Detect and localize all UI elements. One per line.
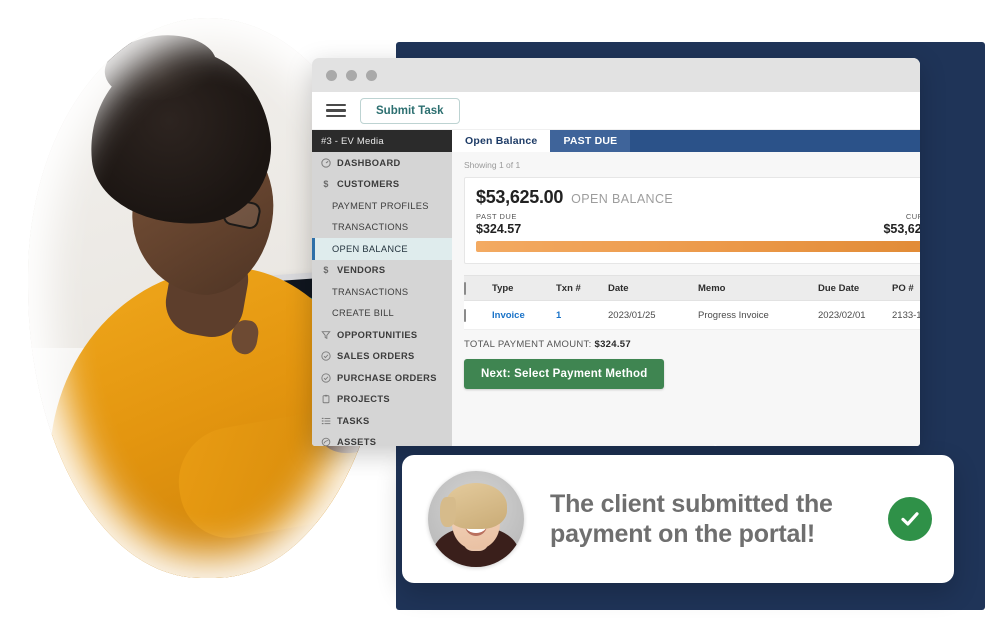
check-circle-icon bbox=[321, 351, 331, 361]
notification-toast: The client submitted the payment on the … bbox=[402, 455, 954, 583]
window-titlebar bbox=[312, 58, 920, 92]
total-payment-amount: TOTAL PAYMENT AMOUNT: $324.57 bbox=[464, 339, 920, 350]
open-balance-amount: $53,625.00 bbox=[476, 187, 564, 207]
sidebar-item-label: ASSETS bbox=[337, 437, 377, 446]
sidebar-item-customers[interactable]: $ CUSTOMERS bbox=[312, 174, 452, 196]
past-due-label: PAST DUE bbox=[476, 212, 517, 221]
cell-type[interactable]: Invoice bbox=[492, 310, 556, 321]
next-select-payment-method-button[interactable]: Next: Select Payment Method bbox=[464, 359, 665, 389]
sidebar-item-label: DASHBOARD bbox=[337, 157, 401, 168]
window-maximize-dot[interactable] bbox=[366, 69, 377, 81]
tab-bar: Open Balance PAST DUE bbox=[452, 130, 920, 152]
past-due-amount: $324.57 bbox=[476, 222, 522, 236]
sidebar-item-vendors[interactable]: $ VENDORS bbox=[312, 260, 452, 282]
sidebar-item-opportunities[interactable]: OPPORTUNITIES bbox=[312, 324, 452, 346]
hamburger-icon[interactable] bbox=[326, 103, 346, 118]
check-circle-icon bbox=[321, 373, 331, 383]
sidebar-item-label: TASKS bbox=[337, 415, 370, 426]
sidebar: #3 - EV Media DASHBOARD $ CUSTOMERS PAYM… bbox=[312, 130, 452, 446]
total-payment-value: $324.57 bbox=[594, 339, 631, 350]
current-label: CURRENT bbox=[905, 212, 920, 221]
sidebar-item-dashboard[interactable]: DASHBOARD bbox=[312, 152, 452, 174]
list-icon bbox=[321, 416, 331, 426]
cell-memo: Progress Invoice bbox=[698, 309, 769, 321]
sidebar-item-create-bill[interactable]: CREATE BILL bbox=[312, 303, 452, 325]
row-checkbox[interactable] bbox=[464, 308, 466, 322]
tab-open-balance[interactable]: Open Balance bbox=[452, 130, 551, 152]
app-window: Submit Task #3 - EV Media DASHBOARD $ CU… bbox=[312, 58, 920, 446]
avatar-hair bbox=[440, 483, 507, 529]
sidebar-item-label: PROJECTS bbox=[337, 394, 390, 405]
toast-message-line-2: payment on the portal! bbox=[550, 520, 816, 548]
sidebar-item-assets[interactable]: ASSETS bbox=[312, 432, 452, 446]
sidebar-item-label: PURCHASE ORDERS bbox=[337, 372, 437, 383]
sidebar-item-label: VENDORS bbox=[337, 265, 386, 276]
table-header-row: Type Txn # Date Memo Due Date PO # bbox=[464, 275, 920, 301]
transactions-table: Type Txn # Date Memo Due Date PO # Invoi… bbox=[464, 275, 920, 330]
tag-icon bbox=[321, 437, 331, 446]
main-content: Open Balance PAST DUE Showing 1 of 1 $53… bbox=[452, 130, 920, 446]
dollar-icon: $ bbox=[323, 179, 329, 190]
submit-task-button[interactable]: Submit Task bbox=[360, 97, 460, 124]
cell-due-date: 2023/02/01 bbox=[818, 309, 866, 321]
select-all-checkbox[interactable] bbox=[464, 281, 466, 295]
column-header-date: Date bbox=[608, 282, 629, 294]
sidebar-item-label: TRANSACTIONS bbox=[332, 286, 409, 297]
column-header-type: Type bbox=[492, 282, 514, 294]
column-header-txn: Txn # bbox=[556, 282, 581, 294]
speedometer-icon bbox=[321, 158, 331, 168]
toast-message-line-1: The client submitted the bbox=[550, 489, 833, 518]
sidebar-item-vendor-transactions[interactable]: TRANSACTIONS bbox=[312, 281, 452, 303]
column-header-due-date: Due Date bbox=[818, 282, 860, 294]
sidebar-item-label: TRANSACTIONS bbox=[332, 222, 409, 233]
column-header-po: PO # bbox=[892, 282, 914, 294]
balance-summary-card: $53,625.00 OPEN BALANCE PAST DUE $324.57… bbox=[464, 177, 920, 264]
sidebar-item-projects[interactable]: PROJECTS bbox=[312, 389, 452, 411]
cell-txn[interactable]: 1 bbox=[556, 310, 608, 321]
window-minimize-dot[interactable] bbox=[346, 69, 357, 81]
sidebar-item-payment-profiles[interactable]: PAYMENT PROFILES bbox=[312, 195, 452, 217]
funnel-icon bbox=[321, 330, 331, 340]
column-header-memo: Memo bbox=[698, 282, 726, 294]
sidebar-item-label: PAYMENT PROFILES bbox=[332, 200, 429, 211]
sidebar-item-label: OPPORTUNITIES bbox=[337, 329, 418, 340]
cell-po: 2133-1056 bbox=[892, 309, 920, 321]
sidebar-company-name: #3 - EV Media bbox=[312, 130, 452, 152]
sidebar-item-customer-transactions[interactable]: TRANSACTIONS bbox=[312, 217, 452, 239]
dollar-icon: $ bbox=[323, 265, 329, 276]
balance-progress-bar bbox=[476, 241, 920, 252]
sidebar-item-label: CREATE BILL bbox=[332, 308, 395, 319]
cell-date: 2023/01/25 bbox=[608, 309, 656, 321]
sidebar-item-label: SALES ORDERS bbox=[337, 351, 415, 362]
row-checkbox-cell bbox=[464, 308, 492, 322]
app-toolbar: Submit Task bbox=[312, 92, 920, 130]
results-count: Showing 1 of 1 bbox=[464, 160, 521, 170]
open-balance-label: OPEN BALANCE bbox=[571, 192, 674, 206]
sidebar-item-sales-orders[interactable]: SALES ORDERS bbox=[312, 346, 452, 368]
sidebar-item-open-balance[interactable]: OPEN BALANCE bbox=[312, 238, 452, 260]
window-close-dot[interactable] bbox=[326, 69, 337, 81]
total-payment-label: TOTAL PAYMENT AMOUNT: bbox=[464, 339, 592, 350]
balance-headline: $53,625.00 OPEN BALANCE bbox=[476, 187, 920, 208]
mouse-cursor bbox=[714, 444, 717, 446]
clipboard-icon bbox=[321, 394, 331, 404]
select-all-checkbox-cell bbox=[464, 281, 492, 295]
sidebar-item-tasks[interactable]: TASKS bbox=[312, 410, 452, 432]
current-block: CURRENT $53,625.00 bbox=[883, 212, 920, 236]
table-row[interactable]: Invoice 1 2023/01/25 Progress Invoice 20… bbox=[464, 301, 920, 330]
tab-past-due[interactable]: PAST DUE bbox=[550, 130, 631, 152]
sidebar-item-label: OPEN BALANCE bbox=[332, 243, 408, 254]
app-body: #3 - EV Media DASHBOARD $ CUSTOMERS PAYM… bbox=[312, 130, 920, 446]
toast-message: The client submitted the payment on the … bbox=[550, 489, 862, 550]
past-due-block: PAST DUE $324.57 bbox=[476, 212, 521, 236]
avatar bbox=[428, 471, 524, 567]
sidebar-item-label: CUSTOMERS bbox=[337, 179, 400, 190]
balance-breakdown: PAST DUE $324.57 CURRENT $53,625.00 bbox=[476, 212, 920, 236]
check-circle-icon bbox=[888, 497, 932, 541]
screenshot-root: Submit Task #3 - EV Media DASHBOARD $ CU… bbox=[0, 0, 1000, 643]
current-amount: $53,625.00 bbox=[883, 222, 920, 236]
sidebar-item-purchase-orders[interactable]: PURCHASE ORDERS bbox=[312, 367, 452, 389]
